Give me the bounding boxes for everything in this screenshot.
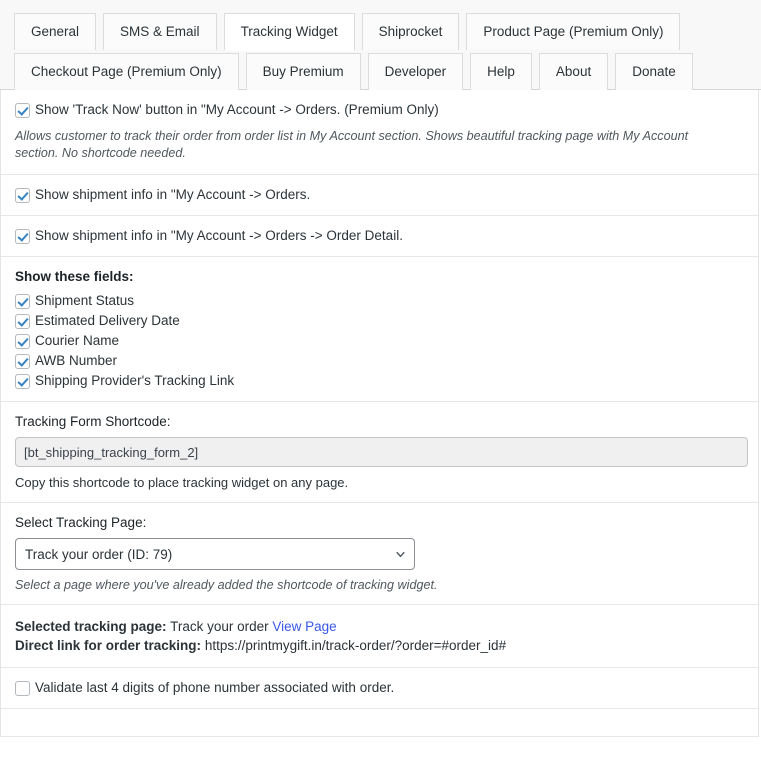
field-label-tracking-link: Shipping Provider's Tracking Link	[35, 373, 235, 388]
shipment-orders-label: Show shipment info in "My Account -> Ord…	[35, 187, 311, 202]
tracking-page-hint: Select a page where you've already added…	[15, 578, 438, 592]
field-label-estimated-delivery-date: Estimated Delivery Date	[35, 313, 180, 328]
section-show-fields: Show these fields: Shipment Status Estim…	[1, 257, 758, 402]
field-checkbox-awb-number[interactable]	[15, 354, 30, 369]
track-now-label: Show 'Track Now' button in "My Account -…	[35, 102, 439, 117]
shipment-order-detail-row[interactable]: Show shipment info in "My Account -> Ord…	[15, 228, 744, 244]
field-row-tracking-link[interactable]: Shipping Provider's Tracking Link	[15, 373, 744, 389]
show-fields-title: Show these fields:	[15, 269, 134, 284]
selected-page-line: Selected tracking page: Track your order…	[15, 617, 744, 636]
section-shipment-order-detail: Show shipment info in "My Account -> Ord…	[1, 216, 758, 257]
field-checkbox-tracking-link[interactable]	[15, 374, 30, 389]
track-now-description: Allows customer to track their order fro…	[15, 129, 689, 160]
selected-page-label: Selected tracking page:	[15, 619, 167, 634]
section-select-tracking-page: Select Tracking Page: Track your order (…	[1, 503, 758, 605]
section-track-now: Show 'Track Now' button in "My Account -…	[1, 90, 758, 175]
shipment-orders-row[interactable]: Show shipment info in "My Account -> Ord…	[15, 187, 744, 203]
section-selected-page-info: Selected tracking page: Track your order…	[1, 605, 758, 668]
track-now-row[interactable]: Show 'Track Now' button in "My Account -…	[15, 102, 744, 118]
shipment-order-detail-checkbox[interactable]	[15, 229, 30, 244]
tab-general[interactable]: General	[14, 13, 97, 50]
field-row-estimated-delivery-date[interactable]: Estimated Delivery Date	[15, 313, 744, 329]
field-row-awb-number[interactable]: AWB Number	[15, 353, 744, 369]
selected-page-value: Track your order	[170, 619, 269, 634]
field-label-shipment-status: Shipment Status	[35, 293, 135, 308]
tab-shiprocket[interactable]: Shiprocket	[361, 13, 460, 50]
tab-tracking-widget[interactable]: Tracking Widget	[223, 13, 355, 51]
settings-page: General SMS & Email Tracking Widget Ship…	[0, 0, 761, 762]
tab-donate[interactable]: Donate	[615, 53, 693, 90]
tab-row-secondary: Checkout Page (Premium Only) Buy Premium…	[14, 50, 761, 90]
tracking-page-select[interactable]: Track your order (ID: 79)	[15, 538, 415, 570]
shipment-orders-checkbox[interactable]	[15, 188, 30, 203]
field-row-shipment-status[interactable]: Shipment Status	[15, 293, 744, 309]
shortcode-label: Tracking Form Shortcode:	[15, 414, 171, 429]
field-label-courier-name: Courier Name	[35, 333, 120, 348]
track-now-checkbox[interactable]	[15, 103, 30, 118]
show-fields-list: Shipment Status Estimated Delivery Date …	[15, 293, 744, 389]
field-checkbox-estimated-delivery-date[interactable]	[15, 314, 30, 329]
field-row-courier-name[interactable]: Courier Name	[15, 333, 744, 349]
validate-phone-checkbox[interactable]	[15, 681, 30, 696]
validate-phone-row[interactable]: Validate last 4 digits of phone number a…	[15, 680, 744, 696]
settings-content: Show 'Track Now' button in "My Account -…	[0, 90, 759, 737]
shortcode-hint: Copy this shortcode to place tracking wi…	[15, 475, 349, 490]
shipment-order-detail-label: Show shipment info in "My Account -> Ord…	[35, 228, 403, 243]
tracking-page-selected-value: Track your order (ID: 79)	[25, 546, 173, 562]
tab-bar: General SMS & Email Tracking Widget Ship…	[0, 0, 761, 90]
tab-help[interactable]: Help	[470, 53, 532, 90]
tab-buy-premium[interactable]: Buy Premium	[245, 53, 361, 90]
direct-link-value: https://printmygift.in/track-order/?orde…	[204, 638, 507, 653]
section-footer-empty	[1, 709, 758, 737]
tab-about[interactable]: About	[538, 53, 609, 90]
tracking-page-select-wrap: Track your order (ID: 79)	[15, 538, 415, 570]
shortcode-input[interactable]	[15, 437, 748, 467]
field-label-awb-number: AWB Number	[35, 353, 118, 368]
tab-checkout-page-premium[interactable]: Checkout Page (Premium Only)	[14, 53, 239, 90]
tracking-page-label: Select Tracking Page:	[15, 515, 147, 530]
field-checkbox-courier-name[interactable]	[15, 334, 30, 349]
direct-link-line: Direct link for order tracking: https://…	[15, 636, 744, 655]
tab-sms-email[interactable]: SMS & Email	[103, 13, 217, 50]
tab-product-page-premium[interactable]: Product Page (Premium Only)	[466, 13, 681, 50]
validate-phone-label: Validate last 4 digits of phone number a…	[35, 680, 395, 695]
section-shipment-orders: Show shipment info in "My Account -> Ord…	[1, 175, 758, 216]
view-page-link[interactable]: View Page	[272, 619, 336, 634]
field-checkbox-shipment-status[interactable]	[15, 294, 30, 309]
section-shortcode: Tracking Form Shortcode: Copy this short…	[1, 402, 758, 503]
direct-link-label: Direct link for order tracking:	[15, 638, 202, 653]
tab-row-primary: General SMS & Email Tracking Widget Ship…	[14, 10, 761, 51]
section-validate-phone: Validate last 4 digits of phone number a…	[1, 668, 758, 709]
tab-developer[interactable]: Developer	[367, 53, 464, 90]
